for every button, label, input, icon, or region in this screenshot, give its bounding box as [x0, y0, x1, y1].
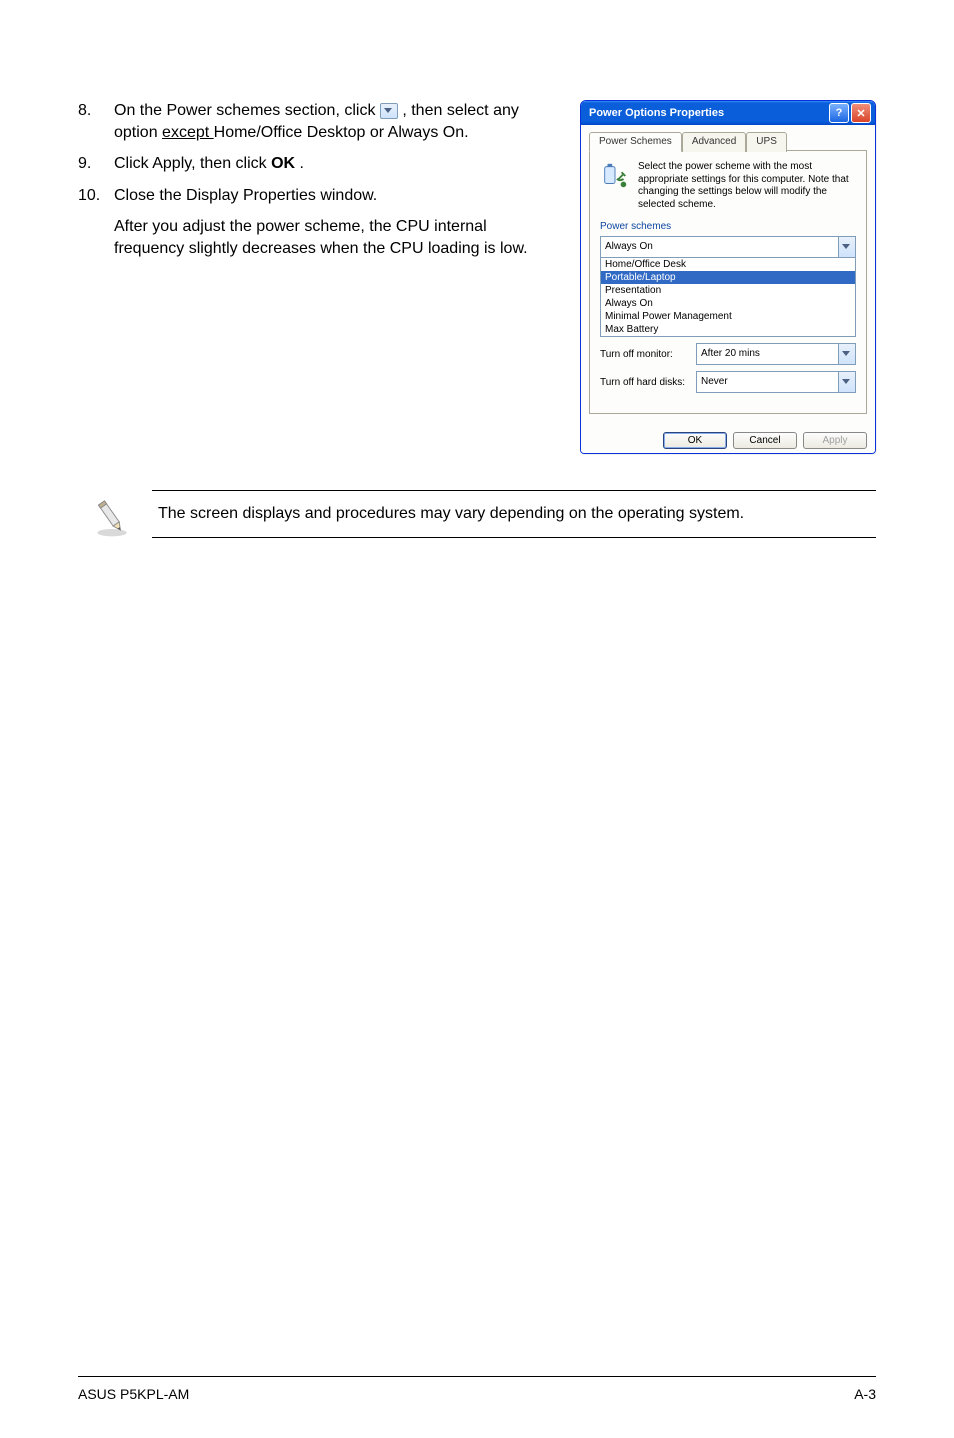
pencil-note-icon	[90, 496, 134, 540]
step-number: 8.	[78, 100, 114, 143]
dialog-tabs: Power Schemes Advanced UPS	[589, 131, 867, 151]
step-body: Click Apply, then click OK .	[114, 153, 550, 175]
chevron-down-icon[interactable]	[838, 343, 856, 365]
power-scheme-dropdown-list[interactable]: Home/Office Desk Portable/Laptop Present…	[600, 258, 856, 337]
power-options-dialog: Power Options Properties ? ✕ Power Schem…	[580, 100, 876, 454]
after-steps-paragraph: After you adjust the power scheme, the C…	[114, 216, 550, 259]
footer-right: A-3	[854, 1386, 876, 1402]
option-always-on[interactable]: Always On	[601, 297, 855, 310]
hdd-combo[interactable]: Never	[696, 371, 856, 393]
hdd-label: Turn off hard disks:	[600, 377, 696, 388]
monitor-value: After 20 mins	[696, 343, 838, 365]
option-max-battery[interactable]: Max Battery	[601, 323, 855, 336]
dialog-button-row: OK Cancel Apply	[581, 424, 875, 453]
tab-advanced[interactable]: Advanced	[682, 132, 746, 152]
option-portable-laptop[interactable]: Portable/Laptop	[601, 271, 855, 284]
step-text: .	[300, 155, 304, 172]
step-number: 10.	[78, 185, 114, 207]
power-schemes-legend: Power schemes	[600, 221, 856, 232]
help-button[interactable]: ?	[829, 103, 849, 123]
footer-left: ASUS P5KPL-AM	[78, 1386, 189, 1402]
step-body: On the Power schemes section, click , th…	[114, 100, 550, 143]
apply-button[interactable]: Apply	[803, 432, 867, 449]
dialog-intro-text: Select the power scheme with the most ap…	[638, 161, 856, 211]
note-text: The screen displays and procedures may v…	[152, 490, 876, 538]
tab-panel: Select the power scheme with the most ap…	[589, 150, 867, 414]
step-underline: except	[162, 124, 214, 141]
step-bold: OK	[271, 155, 295, 172]
step-text: Click Apply, then click	[114, 155, 271, 172]
option-presentation[interactable]: Presentation	[601, 284, 855, 297]
step-number: 9.	[78, 153, 114, 175]
ok-button[interactable]: OK	[663, 432, 727, 449]
hdd-value: Never	[696, 371, 838, 393]
step-text: On the Power schemes section, click	[114, 102, 380, 119]
monitor-combo[interactable]: After 20 mins	[696, 343, 856, 365]
chevron-down-icon[interactable]	[838, 236, 856, 258]
step-body: Close the Display Properties window.	[114, 185, 550, 207]
option-minimal-power[interactable]: Minimal Power Management	[601, 310, 855, 323]
monitor-label: Turn off monitor:	[600, 349, 696, 360]
close-button[interactable]: ✕	[851, 103, 871, 123]
chevron-down-icon[interactable]	[838, 371, 856, 393]
cancel-button[interactable]: Cancel	[733, 432, 797, 449]
power-scheme-combo[interactable]: Always On	[600, 236, 856, 258]
option-home-office[interactable]: Home/Office Desk	[601, 258, 855, 271]
power-scheme-value: Always On	[600, 236, 838, 258]
dialog-title: Power Options Properties	[585, 107, 724, 119]
tab-ups[interactable]: UPS	[746, 132, 787, 152]
tab-power-schemes[interactable]: Power Schemes	[589, 132, 682, 152]
step-text: Home/Office Desktop or Always On.	[214, 124, 469, 141]
dropdown-arrow-icon	[380, 103, 398, 119]
dialog-titlebar[interactable]: Power Options Properties ? ✕	[581, 101, 875, 125]
battery-plug-icon	[600, 161, 630, 191]
